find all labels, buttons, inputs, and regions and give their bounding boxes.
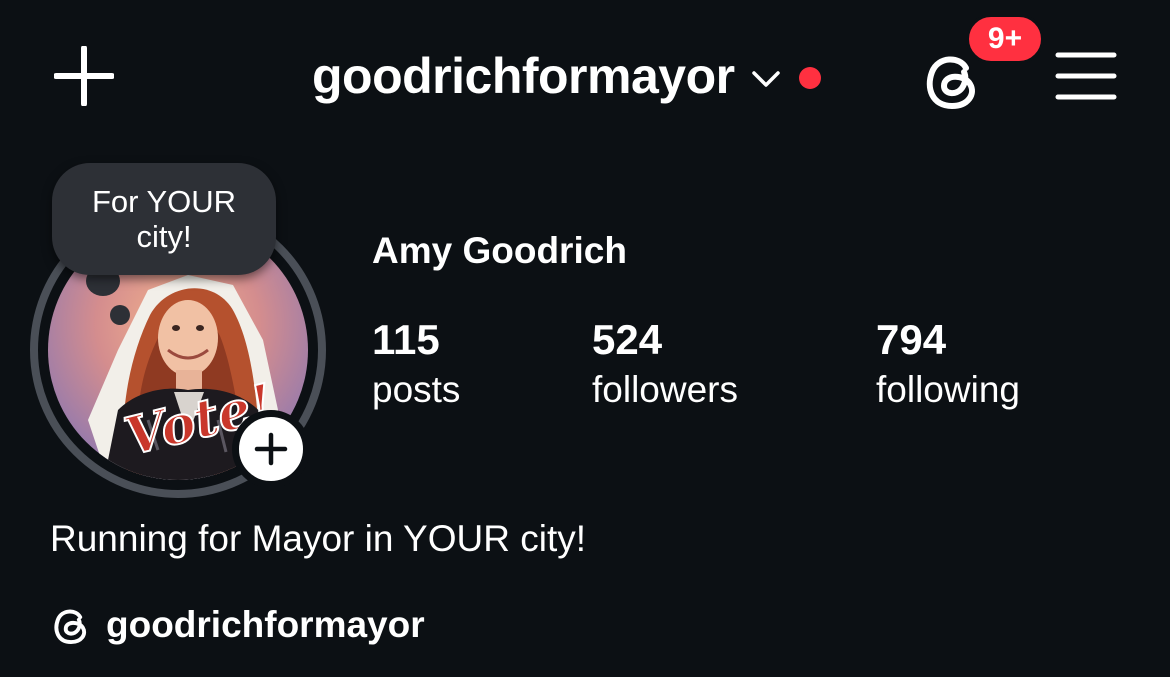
chevron-down-icon: [751, 71, 780, 87]
stat-label: followers: [592, 369, 738, 410]
profile-bio: Running for Mayor in YOUR city!: [50, 518, 587, 559]
stat-following[interactable]: 794 following: [876, 314, 1020, 414]
profile-note-bubble[interactable]: For YOUR city!: [52, 163, 276, 275]
unread-dot: [798, 67, 821, 89]
profile-username: goodrichformayor: [312, 48, 735, 104]
stat-count: 115: [372, 316, 440, 363]
threads-profile-link[interactable]: goodrichformayor: [50, 604, 425, 646]
add-story-button[interactable]: [232, 410, 310, 488]
display-name: Amy Goodrich: [372, 230, 627, 271]
new-post-plus-icon[interactable]: [54, 46, 114, 106]
account-switcher[interactable]: goodrichformayor: [312, 44, 821, 108]
note-tail-dot: [110, 305, 130, 325]
profile-note-text: For YOUR city!: [91, 184, 237, 254]
stat-count: 794: [876, 316, 947, 363]
stat-label: posts: [372, 369, 461, 410]
threads-notification-badge: 9+: [966, 14, 1044, 64]
stat-count: 524: [592, 316, 663, 363]
stat-posts[interactable]: 115 posts: [372, 314, 460, 414]
plus-icon: [254, 432, 288, 466]
hamburger-menu-icon[interactable]: [1054, 50, 1118, 102]
threads-icon: [54, 609, 87, 645]
stat-label: following: [876, 369, 1020, 410]
threads-handle: goodrichformayor: [106, 604, 425, 645]
stat-followers[interactable]: 524 followers: [592, 314, 738, 414]
